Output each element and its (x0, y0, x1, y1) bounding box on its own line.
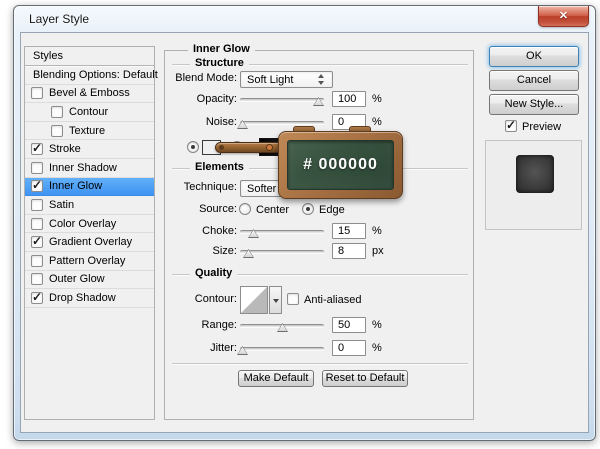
checkbox-icon[interactable] (31, 161, 43, 174)
checkbox-icon[interactable] (31, 217, 43, 230)
close-icon: ✕ (558, 10, 569, 22)
stick-right-dot (266, 144, 273, 151)
jitter-unit: % (372, 342, 382, 354)
jitter-input[interactable] (332, 340, 366, 356)
preview-label: Preview (522, 121, 562, 133)
color-hex-callout: # 000000 (278, 131, 403, 199)
glow-color-radio[interactable] (187, 141, 199, 153)
screenshot-root: Layer Style ✕ Styles Blending Options: D… (0, 0, 600, 449)
opacity-label: Opacity: (196, 93, 237, 105)
choke-input[interactable] (332, 223, 366, 239)
size-label: Size: (212, 245, 237, 257)
source-edge-label: Edge (319, 204, 345, 216)
dialog-client-area: Styles Blending Options: Default Bevel &… (20, 32, 589, 433)
window-title: Layer Style (29, 12, 90, 26)
choke-label: Choke: (202, 225, 237, 237)
range-input[interactable] (332, 317, 366, 333)
opacity-input[interactable] (332, 91, 366, 107)
technique-label: Technique: (183, 181, 237, 193)
sidebar-header-styles: Styles (25, 47, 154, 66)
blend-mode-select[interactable]: Soft Light (240, 71, 333, 88)
elements-heading: Elements (190, 161, 249, 173)
ok-button[interactable]: OK (489, 46, 579, 67)
contour-dropdown-arrow-icon[interactable] (269, 286, 282, 314)
checkbox-icon[interactable] (31, 198, 43, 211)
quality-heading: Quality (190, 267, 238, 279)
preview-panel (485, 140, 582, 230)
checkbox-checked-icon[interactable] (31, 290, 43, 304)
blend-mode-label: Blend Mode: (175, 72, 237, 84)
checkbox-icon[interactable] (51, 105, 63, 118)
antialiased-label: Anti-aliased (304, 294, 362, 306)
noise-slider-track[interactable] (240, 121, 324, 125)
updown-arrows-icon (317, 74, 326, 85)
hex-value-text: # 000000 (303, 156, 378, 173)
source-label: Source: (199, 203, 237, 215)
close-button[interactable]: ✕ (538, 6, 589, 27)
sidebar-item-outer-glow[interactable]: Outer Glow (25, 271, 154, 290)
opacity-unit: % (372, 93, 382, 105)
reset-to-default-button[interactable]: Reset to Default (322, 370, 408, 387)
checkbox-checked-icon[interactable] (31, 178, 43, 193)
noise-unit: % (372, 116, 382, 128)
layer-style-dialog: Layer Style ✕ Styles Blending Options: D… (13, 5, 596, 441)
stick-left-dot (219, 145, 224, 150)
structure-divider: Structure (172, 57, 468, 69)
chalkboard: # 000000 (287, 140, 394, 190)
choke-unit: % (372, 225, 382, 237)
footer-divider (172, 363, 468, 364)
pointer-stick-decoration (215, 142, 285, 153)
panel-title: Inner Glow (188, 43, 255, 55)
checkbox-checked-icon[interactable] (31, 141, 43, 156)
new-style-button[interactable]: New Style... (489, 94, 579, 115)
sidebar-item-stroke[interactable]: Stroke (25, 140, 154, 159)
checkbox-icon[interactable] (51, 124, 63, 137)
preview-thumbnail (516, 155, 554, 193)
checkbox-icon[interactable] (31, 273, 43, 286)
cancel-button[interactable]: Cancel (489, 70, 579, 91)
contour-label: Contour: (194, 293, 237, 305)
source-edge-radio[interactable] (302, 203, 314, 215)
size-unit: px (372, 245, 384, 257)
structure-heading: Structure (190, 57, 249, 69)
preview-checkbox[interactable] (505, 118, 517, 132)
checkbox-checked-icon[interactable] (31, 234, 43, 249)
make-default-button[interactable]: Make Default (238, 370, 314, 387)
jitter-slider-track[interactable] (240, 347, 324, 351)
noise-label: Noise: (205, 116, 237, 128)
antialiased-checkbox[interactable] (287, 293, 299, 305)
range-unit: % (372, 319, 382, 331)
opacity-slider-track[interactable] (240, 98, 324, 102)
size-slider-track[interactable] (240, 250, 324, 254)
jitter-label: Jitter: (210, 342, 237, 354)
contour-thumbnail[interactable] (240, 286, 268, 314)
size-input[interactable] (332, 243, 366, 259)
quality-divider: Quality (172, 267, 468, 279)
source-center-label: Center (256, 204, 290, 216)
checkbox-icon[interactable] (31, 254, 43, 267)
checkbox-icon[interactable] (31, 87, 43, 100)
source-center-radio[interactable] (239, 203, 251, 215)
sidebar-item-inner-shadow[interactable]: Inner Shadow (25, 159, 154, 178)
range-label: Range: (201, 319, 237, 331)
